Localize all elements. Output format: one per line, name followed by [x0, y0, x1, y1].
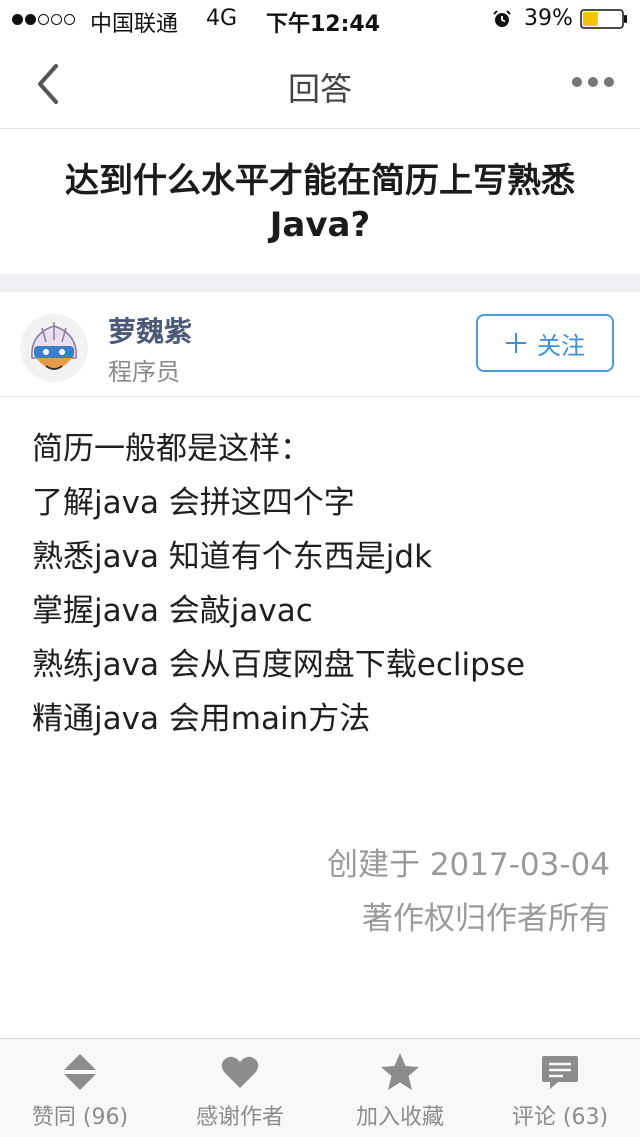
battery-icon — [580, 9, 627, 29]
section-divider — [0, 274, 640, 292]
thank-author-button[interactable]: 感谢作者 — [160, 1039, 320, 1137]
vote-label: 赞同 (96) — [31, 1105, 129, 1130]
comment-label: 评论 (63) — [511, 1105, 609, 1130]
signal-dot — [51, 14, 62, 25]
author-name[interactable]: 萝魏紫 — [108, 310, 192, 350]
vote-arrows-icon — [64, 1054, 96, 1090]
author-bar: 萝魏紫 程序员 关注 — [0, 292, 640, 397]
comment-button[interactable]: 评论 (63) — [480, 1039, 640, 1137]
answer-line: 熟练java 会从百度网盘下载eclipse — [32, 647, 526, 683]
plus-icon — [506, 333, 526, 353]
created-date: 创建于 2017-03-04 — [326, 847, 610, 883]
battery-percent: 39% — [524, 6, 573, 31]
favorite-label: 加入收藏 — [355, 1105, 444, 1130]
thank-label: 感谢作者 — [195, 1105, 284, 1130]
signal-dot — [64, 14, 75, 25]
answer-line: 精通java 会用main方法 — [32, 701, 371, 737]
signal-dot — [12, 14, 23, 25]
answer-content: 简历一般都是这样： 了解java 会拼这四个字 熟悉java 知道有个东西是jd… — [32, 422, 622, 746]
heart-icon — [221, 1056, 259, 1088]
avatar-illustration — [20, 314, 88, 382]
author-role: 程序员 — [108, 358, 180, 386]
navigation-bar: 回答 — [0, 40, 640, 129]
follow-button[interactable]: 关注 — [476, 314, 614, 372]
favorite-button[interactable]: 加入收藏 — [320, 1039, 480, 1137]
carrier-name: 中国联通 — [90, 12, 179, 37]
follow-label: 关注 — [537, 331, 585, 360]
avatar[interactable] — [20, 314, 88, 382]
signal-dot — [38, 14, 49, 25]
alarm-clock-icon — [493, 10, 511, 27]
more-dots-icon[interactable] — [570, 74, 616, 90]
network-type: 4G — [206, 6, 238, 31]
answer-line: 熟悉java 知道有个东西是jdk — [32, 539, 433, 575]
answer-meta: 创建于 2017-03-04 著作权归作者所有 — [327, 838, 610, 946]
answer-line: 简历一般都是这样： — [32, 431, 311, 467]
question-header[interactable]: 达到什么水平才能在简历上写熟悉Java? — [0, 129, 640, 273]
answer-line: 了解java 会拼这四个字 — [32, 485, 355, 521]
copyright-notice: 著作权归作者所有 — [362, 901, 610, 937]
comment-icon — [542, 1056, 578, 1089]
vote-button[interactable]: 赞同 (96) — [0, 1039, 160, 1137]
question-title[interactable]: 达到什么水平才能在简历上写熟悉Java? — [0, 129, 640, 247]
page-title: 回答 — [287, 70, 352, 108]
bottom-toolbar: 赞同 (96) 感谢作者 加入收藏 评论 (63) — [0, 1038, 640, 1137]
status-bar: 中国联通 4G 下午12:44 39% — [0, 0, 640, 40]
star-icon — [381, 1053, 419, 1090]
signal-strength-icon — [12, 14, 75, 25]
clock-time: 下午12:44 — [266, 12, 381, 37]
signal-dot — [25, 14, 36, 25]
answer-line: 掌握java 会敲javac — [32, 593, 313, 629]
